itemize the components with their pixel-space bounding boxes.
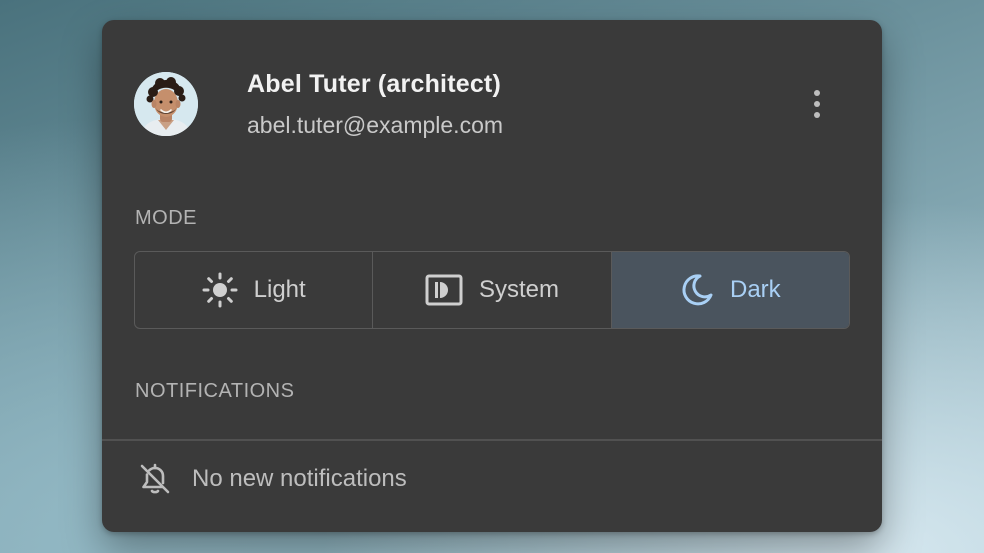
user-email: abel.tuter@example.com: [247, 112, 504, 138]
divider: [102, 439, 882, 441]
more-vertical-icon: [814, 90, 820, 118]
mode-option-dark-label: Dark: [729, 276, 781, 303]
more-options-button[interactable]: [802, 84, 832, 124]
mode-option-dark[interactable]: Dark: [610, 252, 849, 328]
notifications-section-label: NOTIFICATIONS: [135, 380, 295, 402]
user-menu-panel: Abel Tuter (architect) abel.tuter@exampl…: [102, 20, 882, 532]
mode-option-system[interactable]: System: [372, 252, 610, 328]
system-display-icon: [425, 274, 463, 306]
notifications-empty-text: No new notifications: [192, 465, 407, 492]
mode-toggle: Light System Dark: [134, 251, 850, 329]
sun-icon: [202, 272, 238, 308]
mode-option-system-label: System: [478, 276, 559, 303]
mode-option-light[interactable]: Light: [135, 252, 372, 328]
moon-icon: [682, 274, 713, 306]
mode-option-light-label: Light: [253, 276, 306, 303]
avatar[interactable]: [134, 72, 198, 136]
notifications-empty-state: No new notifications: [138, 462, 407, 496]
bell-off-icon: [140, 463, 170, 494]
avatar-image: [134, 72, 198, 136]
user-name: Abel Tuter (architect): [247, 70, 501, 98]
mode-section-label: MODE: [135, 207, 197, 229]
